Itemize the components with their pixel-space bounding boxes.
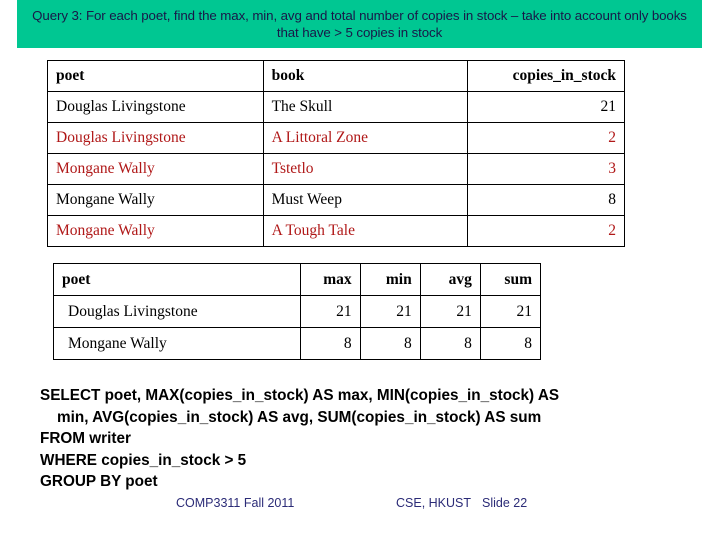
- table-row: Douglas Livingstone 21 21 21 21: [53, 295, 542, 328]
- footer-institution: CSE, HKUST: [396, 496, 472, 510]
- slide-title-banner: Query 3: For each poet, find the max, mi…: [17, 0, 702, 48]
- cell-poet: Mongane Wally: [53, 327, 301, 360]
- footer-course-term: COMP3311 Fall 2011: [176, 496, 295, 510]
- cell-copies: 3: [467, 153, 625, 185]
- cell-poet: Mongane Wally: [47, 153, 264, 185]
- table-row: Douglas Livingstone A Littoral Zone 2: [47, 122, 625, 154]
- result-table: poet max min avg sum Douglas Livingstone…: [53, 263, 542, 360]
- column-header-book: book: [262, 60, 469, 92]
- column-header-avg: avg: [419, 263, 481, 296]
- cell-sum: 21: [479, 295, 542, 328]
- table-row: Douglas Livingstone The Skull 21: [47, 91, 625, 123]
- cell-book: A Tough Tale: [262, 215, 469, 247]
- cell-copies: 2: [467, 122, 625, 154]
- sql-line-where: WHERE copies_in_stock > 5: [40, 451, 247, 469]
- sql-line-select: SELECT poet, MAX(copies_in_stock) AS max…: [40, 387, 560, 404]
- table-row: Mongane Wally Must Weep 8: [47, 184, 625, 216]
- cell-book: Must Weep: [262, 184, 469, 216]
- column-header-poet: poet: [47, 60, 264, 92]
- sql-query-block: SELECT poet, MAX(copies_in_stock) AS max…: [40, 385, 690, 493]
- cell-book: The Skull: [262, 91, 469, 123]
- sql-line-from: FROM writer: [40, 430, 131, 447]
- cell-copies: 2: [467, 215, 625, 247]
- column-header-copies-in-stock: copies_in_stock: [467, 60, 625, 92]
- cell-avg: 8: [419, 327, 481, 360]
- cell-sum: 8: [479, 327, 542, 360]
- table-row: Mongane Wally Tstetlo 3: [47, 153, 625, 185]
- footer-slide-number: Slide 22: [482, 496, 528, 510]
- cell-poet: Mongane Wally: [47, 184, 264, 216]
- table-row: Mongane Wally 8 8 8 8: [53, 327, 542, 360]
- cell-avg: 21: [419, 295, 481, 328]
- cell-book: A Littoral Zone: [262, 122, 469, 154]
- table-row: Mongane Wally A Tough Tale 2: [47, 215, 625, 247]
- footer-right-group: CSE, HKUST Slide 22: [396, 496, 527, 510]
- table-header-row: poet max min avg sum: [53, 263, 542, 296]
- cell-poet: Mongane Wally: [47, 215, 264, 247]
- cell-copies: 8: [467, 184, 625, 216]
- column-header-min: min: [359, 263, 421, 296]
- cell-poet: Douglas Livingstone: [47, 91, 264, 123]
- column-header-max: max: [299, 263, 361, 296]
- sql-line-group-by: GROUP BY poet: [40, 473, 158, 490]
- cell-max: 8: [299, 327, 361, 360]
- page-title: Query 3: For each poet, find the max, mi…: [32, 8, 687, 40]
- cell-poet: Douglas Livingstone: [47, 122, 264, 154]
- column-header-poet: poet: [53, 263, 301, 296]
- cell-copies: 21: [467, 91, 625, 123]
- stock-table: poet book copies_in_stock Douglas Living…: [47, 60, 625, 247]
- cell-min: 8: [359, 327, 421, 360]
- sql-line-select-cont: min, AVG(copies_in_stock) AS avg, SUM(co…: [40, 408, 542, 426]
- column-header-sum: sum: [479, 263, 542, 296]
- cell-poet: Douglas Livingstone: [53, 295, 301, 328]
- cell-book: Tstetlo: [262, 153, 469, 185]
- cell-max: 21: [299, 295, 361, 328]
- table-header-row: poet book copies_in_stock: [47, 60, 625, 92]
- cell-min: 21: [359, 295, 421, 328]
